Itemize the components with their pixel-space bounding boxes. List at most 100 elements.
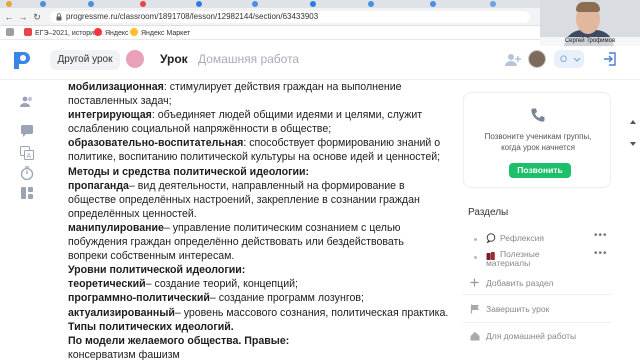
tab-favicon[interactable] (88, 1, 94, 7)
left-toolbar: A (10, 88, 46, 360)
tab-favicon[interactable] (196, 1, 202, 7)
doc-line: пропаганда– вид деятельности, направленн… (68, 179, 448, 193)
speech-bubble-icon (486, 233, 496, 243)
add-user-icon[interactable] (505, 53, 521, 67)
doc-line: политике, воспитанию политической культу… (68, 150, 448, 164)
section-label: Полезные материалы (486, 249, 540, 268)
bookmark-label: ЕГЭ–2021, историк... (35, 30, 103, 37)
yandex-icon (94, 28, 102, 36)
tab-lesson[interactable]: Урок (160, 51, 188, 67)
chat-icon[interactable] (20, 124, 34, 138)
timer-icon[interactable] (20, 166, 34, 180)
doc-line-text: обществе определённых настроений, закреп… (68, 193, 420, 206)
doc-line-bold: Уровни политической идеологии: (68, 264, 246, 277)
apps-grid-icon (6, 28, 14, 36)
doc-line: ослаблению социальной напряжённости в об… (68, 122, 448, 136)
doc-line: побуждения граждан определённо действова… (68, 235, 448, 249)
call-button[interactable]: Позвонить (509, 163, 571, 178)
doc-line-bold: образовательно-воспитательная (68, 137, 244, 150)
layout-icon[interactable] (20, 186, 34, 200)
tab-favicon[interactable] (6, 1, 12, 7)
section-item-reflection[interactable]: Рефлексия ••• (474, 230, 610, 246)
doc-line-bold: Методы и средства политической идеологии… (68, 165, 310, 178)
call-card: Позвоните ученикам группы, когда урок на… (463, 92, 611, 188)
doc-line: определённых ценностей. (68, 207, 448, 221)
exit-icon[interactable] (603, 52, 617, 66)
home-icon (470, 331, 480, 341)
doc-line-bold: актуализированный (68, 306, 175, 319)
tab-favicon[interactable] (430, 1, 436, 7)
divider (463, 294, 611, 295)
forward-icon[interactable]: → (18, 12, 28, 22)
flag-icon (470, 304, 479, 314)
doc-line-text: определённых ценностей. (68, 207, 197, 220)
doc-line: Методы и средства политической идеологии… (68, 165, 448, 179)
url-input[interactable]: progressme.ru/classroom/1891708/lesson/1… (50, 11, 530, 23)
doc-line-text: вопреки собственным интересам. (68, 250, 235, 263)
doc-line: Уровни политической идеологии: (68, 263, 448, 277)
reload-icon[interactable]: ↻ (32, 12, 42, 22)
status-dropdown[interactable]: О (554, 50, 584, 68)
call-hint: Позвоните ученикам группы, когда урок на… (464, 131, 612, 153)
doc-line: манипулирование– управление политическим… (68, 221, 448, 235)
call-hint-line: когда урок начнется (501, 143, 575, 152)
doc-line-text: политике, воспитанию политической культу… (68, 151, 441, 164)
for-homework-button[interactable]: Для домашней работы (470, 330, 610, 342)
back-icon[interactable]: ← (4, 12, 14, 22)
doc-line: По модели желаемого общества. Правые: (68, 334, 448, 348)
tab-favicon[interactable] (490, 1, 496, 7)
plus-icon (470, 278, 479, 287)
doc-line: образовательно-воспитательная: способств… (68, 136, 448, 150)
avatar[interactable] (528, 50, 546, 68)
doc-line-bold: По модели желаемого общества. Правые: (68, 334, 290, 347)
bookmark-apps[interactable] (6, 28, 17, 39)
doc-line-bold: манипулирование (68, 221, 164, 234)
for-homework-label: Для домашней работы (486, 331, 577, 341)
divider (463, 322, 611, 323)
app-header: Другой урок Урок Домашняя работа О (0, 40, 640, 80)
other-lesson-button[interactable]: Другой урок (50, 50, 120, 70)
progressme-logo-icon[interactable] (10, 49, 32, 71)
bookmark-item[interactable]: ЕГЭ–2021, историк... (24, 28, 103, 39)
tab-favicon[interactable] (252, 1, 258, 7)
users-icon[interactable] (20, 94, 34, 108)
doc-line: теоретический– создание теорий, концепци… (68, 277, 448, 291)
doc-line-text: : объединяет людей общими идеями и целям… (151, 109, 423, 122)
status-label: О (560, 54, 568, 64)
doc-line-text: – управление политическим сознанием с це… (163, 221, 401, 234)
bookmark-item[interactable]: Яндекс (94, 28, 129, 39)
section-item-materials[interactable]: Полезные материалы ••• (474, 248, 610, 272)
finish-lesson-button[interactable]: Завершить урок (470, 303, 610, 315)
sections-title: Разделы (468, 207, 509, 218)
translate-icon[interactable]: A (20, 146, 34, 160)
tab-favicon[interactable] (40, 1, 46, 7)
add-section-button[interactable]: Добавить раздел (470, 277, 610, 289)
add-section-label: Добавить раздел (486, 278, 554, 288)
bookmark-label: Яндекс Маркет (141, 30, 191, 37)
scroll-arrows-icon[interactable] (628, 118, 638, 148)
svg-text:A: A (27, 153, 32, 160)
doc-line-text: поставленных задач; (68, 95, 172, 108)
doc-line-bold: пропаганда (68, 179, 129, 192)
webcam-hair (576, 2, 600, 12)
tab-favicon[interactable] (140, 1, 146, 7)
section-label: Рефлексия (500, 233, 544, 243)
tab-favicon[interactable] (368, 1, 374, 7)
tab-favicon[interactable] (310, 1, 316, 7)
tab-homework[interactable]: Домашняя работа (198, 51, 299, 67)
bullet-icon (474, 256, 477, 259)
more-options-icon[interactable]: ••• (594, 248, 608, 260)
doc-line-text: – создание программ лозунгов; (209, 292, 364, 305)
chevron-down-icon (574, 58, 580, 62)
more-options-icon[interactable]: ••• (594, 230, 608, 242)
doc-line-text: – создание теорий, концепций; (145, 278, 298, 291)
webcam-caption: Сергей Трофимов (540, 37, 640, 46)
bookmark-item[interactable]: Яндекс Маркет (130, 28, 190, 39)
phone-icon (531, 108, 545, 122)
doc-line: обществе определённых настроений, закреп… (68, 193, 448, 207)
bullet-icon (474, 238, 477, 241)
doc-line-text: : способствует формированию знаний о (243, 137, 441, 150)
doc-line-bold: программно-политический (68, 292, 210, 305)
doc-line-text: – уровень массового сознания, политическ… (174, 306, 448, 319)
doc-line-bold: Типы политических идеологий. (68, 320, 234, 333)
